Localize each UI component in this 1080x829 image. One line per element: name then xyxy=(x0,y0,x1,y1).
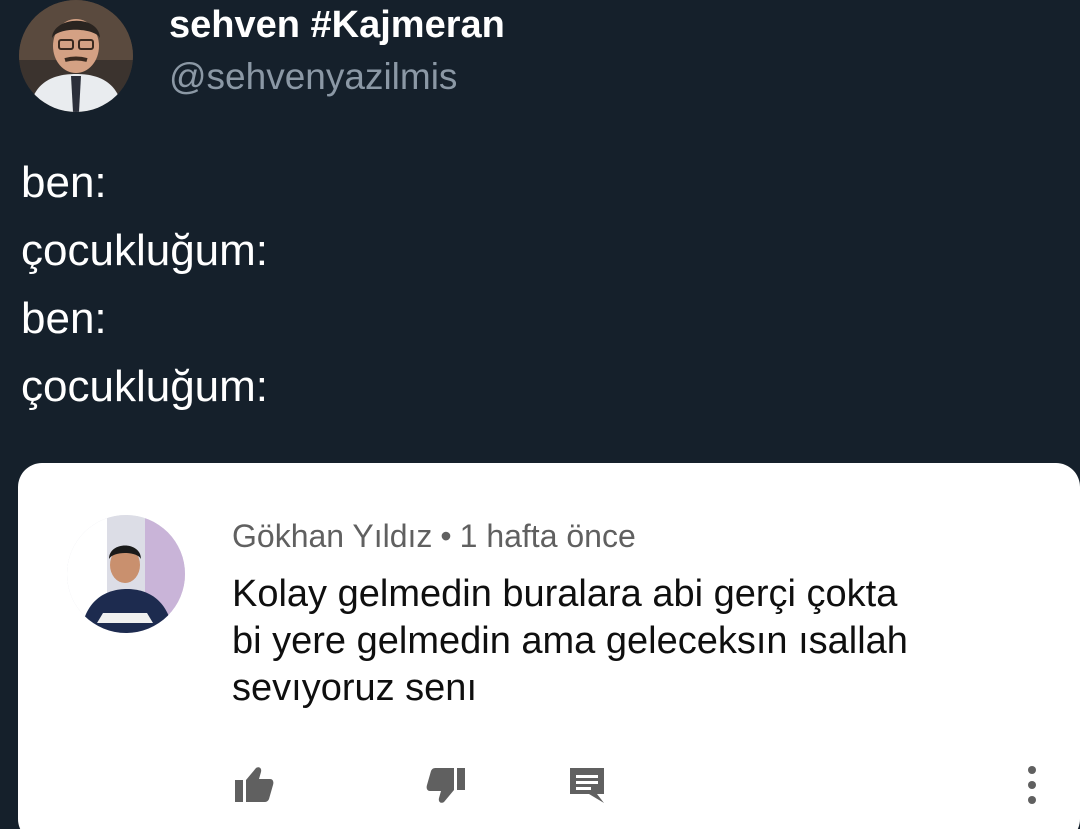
comment-line: bi yere gelmedin ama geleceksın ısallah xyxy=(232,620,908,662)
thumbs-up-icon xyxy=(235,767,274,802)
reply-button[interactable] xyxy=(565,763,609,807)
tweet-line: ben: xyxy=(21,294,107,343)
meta-separator: • xyxy=(440,518,452,554)
more-options-button[interactable] xyxy=(1010,763,1054,807)
comment-line: Kolay gelmedin buralara abi gerçi çokta xyxy=(232,573,898,615)
tweet-author-handle[interactable]: @sehvenyazilmis xyxy=(169,54,457,100)
attached-comment-image[interactable]: Gökhan Yıldız • 1 hafta önce Kolay gelmedi… xyxy=(18,463,1080,829)
reply-icon xyxy=(570,768,604,803)
tweet-text: ben: çocukluğum: ben: çocukluğum: xyxy=(21,149,268,421)
dislike-button[interactable] xyxy=(424,763,468,807)
tweet-line: ben: xyxy=(21,158,107,207)
tweet-line: çocukluğum: xyxy=(21,226,269,275)
tweet-screenshot: sehven #Kajmeran @sehvenyazilmis ben: ço… xyxy=(0,0,1080,829)
tweet-author-avatar[interactable] xyxy=(19,0,133,112)
thumbs-down-icon xyxy=(426,768,465,803)
tweet-author-name[interactable]: sehven #Kajmeran xyxy=(169,2,505,48)
comment-author-name[interactable]: Gökhan Yıldız xyxy=(232,518,432,554)
more-vertical-icon xyxy=(1028,766,1036,804)
comment-author-avatar[interactable] xyxy=(67,515,185,633)
comment-line: sevıyoruz senı xyxy=(232,667,477,709)
avatar-photo-icon xyxy=(19,0,133,112)
like-button[interactable] xyxy=(232,763,276,807)
comment-timestamp[interactable]: 1 hafta önce xyxy=(460,518,636,554)
avatar-photo-icon xyxy=(67,515,185,633)
comment-text: Kolay gelmedin buralara abi gerçi çokta … xyxy=(232,571,1032,712)
comment-meta: Gökhan Yıldız • 1 hafta önce xyxy=(232,516,636,556)
tweet-line: çocukluğum: xyxy=(21,362,269,411)
